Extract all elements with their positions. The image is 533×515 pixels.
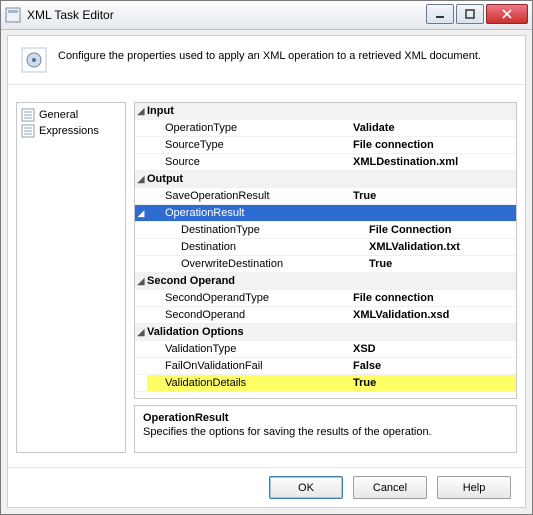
minimize-button[interactable] (426, 4, 454, 24)
prop-secondoperandtype[interactable]: SecondOperandTypeFile connection (135, 290, 516, 307)
dialog-content: Configure the properties used to apply a… (7, 35, 526, 508)
maximize-button[interactable] (456, 4, 484, 24)
prop-destinationtype[interactable]: DestinationTypeFile Connection (135, 222, 516, 239)
main-panel: ◢Input OperationTypeValidate SourceTypeF… (134, 102, 517, 453)
description-text: Configure the properties used to apply a… (58, 46, 481, 62)
property-help: OperationResult Specifies the options fo… (134, 405, 517, 453)
sidebar-item-label: General (39, 109, 78, 121)
category-input[interactable]: ◢Input (135, 103, 516, 120)
page-icon (20, 46, 48, 74)
collapse-icon[interactable]: ◢ (135, 324, 147, 340)
prop-saveoperationresult[interactable]: SaveOperationResultTrue (135, 188, 516, 205)
help-button[interactable]: Help (437, 476, 511, 499)
prop-secondoperand[interactable]: SecondOperandXMLValidation.xsd (135, 307, 516, 324)
titlebar[interactable]: XML Task Editor (1, 1, 532, 30)
window-controls (426, 4, 528, 24)
prop-operationtype[interactable]: OperationTypeValidate (135, 120, 516, 137)
collapse-icon[interactable]: ◢ (135, 273, 147, 289)
close-button[interactable] (486, 4, 528, 24)
dialog-body: General Expressions ◢Input OperationType… (8, 94, 525, 461)
collapse-icon[interactable]: ◢ (135, 171, 147, 187)
ok-button[interactable]: OK (269, 476, 343, 499)
sidebar-item-label: Expressions (39, 125, 99, 137)
prop-destination[interactable]: DestinationXMLValidation.txt (135, 239, 516, 256)
prop-validationdetails[interactable]: ValidationDetailsTrue (135, 375, 516, 392)
app-icon (5, 7, 21, 23)
collapse-icon[interactable]: ◢ (135, 205, 147, 221)
prop-validationtype[interactable]: ValidationTypeXSD (135, 341, 516, 358)
sidebar-item-expressions[interactable]: Expressions (19, 123, 123, 139)
page-icon (21, 108, 35, 122)
xml-task-editor-window: XML Task Editor Configure the properties… (0, 0, 533, 515)
prop-sourcetype[interactable]: SourceTypeFile connection (135, 137, 516, 154)
help-title: OperationResult (143, 412, 508, 424)
page-icon (21, 124, 35, 138)
sidebar-item-general[interactable]: General (19, 107, 123, 123)
prop-operationresult[interactable]: ◢OperationResult (135, 205, 516, 222)
button-row: OK Cancel Help (8, 467, 525, 507)
help-text: Specifies the options for saving the res… (143, 426, 508, 438)
prop-failonvalidationfail[interactable]: FailOnValidationFailFalse (135, 358, 516, 375)
sidebar: General Expressions (16, 102, 126, 453)
cancel-button[interactable]: Cancel (353, 476, 427, 499)
collapse-icon[interactable]: ◢ (135, 103, 147, 119)
description-row: Configure the properties used to apply a… (8, 36, 525, 85)
prop-source[interactable]: SourceXMLDestination.xml (135, 154, 516, 171)
category-second-operand[interactable]: ◢Second Operand (135, 273, 516, 290)
property-grid[interactable]: ◢Input OperationTypeValidate SourceTypeF… (134, 102, 517, 399)
category-validation-options[interactable]: ◢Validation Options (135, 324, 516, 341)
category-output[interactable]: ◢Output (135, 171, 516, 188)
prop-overwritedestination[interactable]: OverwriteDestinationTrue (135, 256, 516, 273)
